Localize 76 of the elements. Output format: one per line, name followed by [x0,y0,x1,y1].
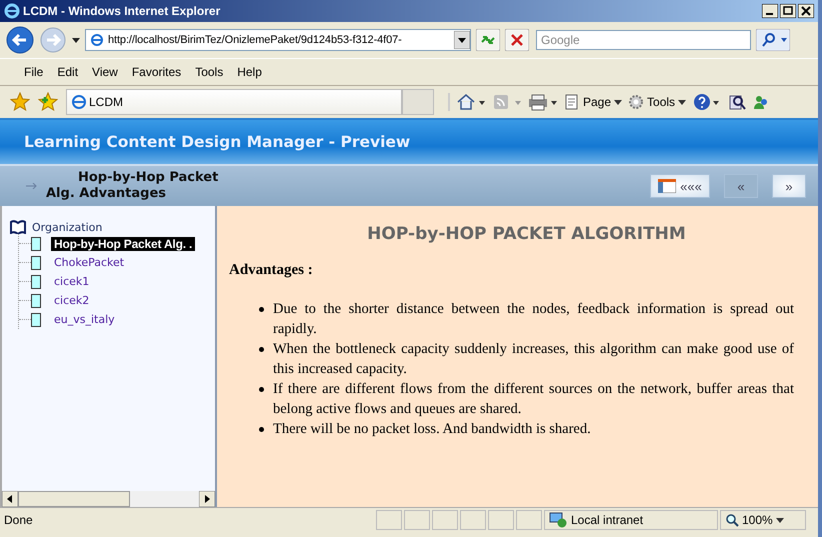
minimize-icon[interactable] [762,4,778,18]
maximize-icon[interactable] [780,4,796,18]
page-icon [90,33,104,47]
caret-icon [776,518,784,522]
research-icon[interactable] [728,93,746,111]
bullet-icon [259,347,264,352]
caret-icon [614,100,622,104]
collapse-panel-button[interactable]: ««« [650,174,710,198]
gear-icon [628,94,644,110]
menu-item[interactable]: File [24,65,44,79]
search-icon[interactable] [756,29,790,51]
tree-item[interactable]: ChokePacket [51,256,128,269]
tree-item[interactable]: cicek2 [51,294,92,307]
menu-item[interactable]: Tools [195,65,224,79]
page-icon [71,94,87,110]
menu-item[interactable]: Edit [57,65,78,79]
page-icon [564,94,580,110]
dropdown-icon[interactable] [454,31,470,49]
section-heading: Advantages : [229,262,314,279]
status-panel [488,510,514,530]
back-icon[interactable] [6,26,34,54]
browser-logo-icon [4,3,20,19]
star-icon[interactable] [10,92,30,112]
add-favorite-icon[interactable] [38,92,58,112]
home-icon[interactable] [456,93,486,111]
page-icon [31,236,41,250]
page-icon [31,274,41,288]
status-panel [404,510,430,530]
stop-icon[interactable] [505,29,529,51]
tree-item[interactable]: Hop-by-Hop Packet Alg. . [51,236,196,250]
page-icon [31,256,41,270]
tree-root[interactable]: Organization [32,220,102,234]
bullet-icon [259,427,264,432]
book-icon [10,220,26,234]
search-field[interactable]: Google [536,30,751,50]
previous-button[interactable]: « [724,174,758,198]
zoom-icon [725,513,739,527]
caret-icon[interactable] [72,38,80,42]
page-title: Hop-by-Hop Packet Alg. Advantages [46,170,220,202]
browser-tab[interactable]: LCDM [66,89,402,115]
bullet-icon [259,387,264,392]
bullet-text: When the bottleneck capacity suddenly increases, this algorithm can make good use of this increased capacity. [273,340,794,379]
refresh-icon[interactable] [476,29,500,51]
bullet-text: Due to the shorter distance between the nodes, feedback information is spread out rapidly. [273,300,794,339]
window-title: LCDM - Windows Internet Explorer [23,4,222,18]
menu-item[interactable]: View [92,65,118,79]
status-panel [460,510,486,530]
tree-item[interactable]: cicek1 [51,275,92,288]
content-heading: HOP-by-HOP PACKET ALGORITHM [366,224,687,244]
tree-item[interactable]: eu_vs_italy [51,313,118,326]
menu-item[interactable]: Help [237,65,262,79]
status-panel [516,510,542,530]
zone-text: Local intranet [571,513,644,527]
scroll-left-icon[interactable] [2,491,18,507]
printer-icon[interactable] [528,93,558,111]
caret-icon [678,100,686,104]
status-panel [376,510,402,530]
status-panel [432,510,458,530]
intranet-icon [549,512,567,528]
arrow-icon [26,183,38,189]
zoom-menu[interactable]: 100% [720,510,806,530]
page-icon [31,312,41,326]
bullet-icon [259,307,264,312]
page-menu[interactable]: Page [564,94,622,110]
next-button[interactable]: » [772,174,806,198]
scroll-right-icon[interactable] [199,491,215,507]
page-icon [31,294,41,308]
layout-icon [658,179,676,193]
bullet-text: There will be no packet loss. And bandwidth is shared. [273,420,591,439]
close-icon[interactable] [798,4,814,18]
app-title: Learning Content Design Manager - Preview [24,133,410,151]
address-field[interactable]: http://localhost/BirimTez/OnizlemePaket/9d124b53-f312-4f07- [85,29,471,51]
status-text: Done [4,513,34,527]
menu-item[interactable]: Favorites [132,65,182,79]
bullet-text: If there are different flows from the different sources on the network, buffer areas that belong active flows and queues are shared. [273,380,794,419]
tools-menu[interactable]: Tools [628,94,686,110]
